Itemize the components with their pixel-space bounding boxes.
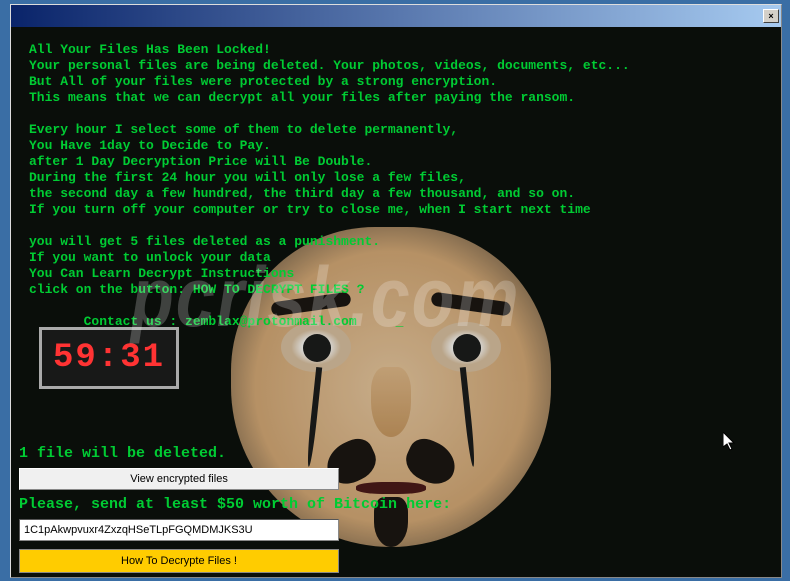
close-button[interactable]: × [763, 9, 779, 23]
bitcoin-address-input[interactable] [19, 519, 339, 541]
timer-value: 59:31 [53, 339, 165, 377]
threat-message: All Your Files Has Been Locked! Your per… [29, 42, 763, 330]
titlebar: × [11, 5, 781, 27]
view-encrypted-button[interactable]: View encrypted files [19, 468, 339, 490]
delete-warning: 1 file will be deleted. [19, 445, 779, 462]
content-area: All Your Files Has Been Locked! Your per… [11, 27, 781, 577]
ransomware-window: × All Your Files Has Been Locked! Your p… [10, 4, 782, 578]
bitcoin-instruction: Please, send at least $50 worth of Bitco… [19, 496, 779, 513]
countdown-timer: 59:31 [39, 327, 179, 389]
bottom-controls: 1 file will be deleted. View encrypted f… [19, 445, 779, 573]
how-to-decrypt-button[interactable]: How To Decrypte Files ! [19, 549, 339, 573]
